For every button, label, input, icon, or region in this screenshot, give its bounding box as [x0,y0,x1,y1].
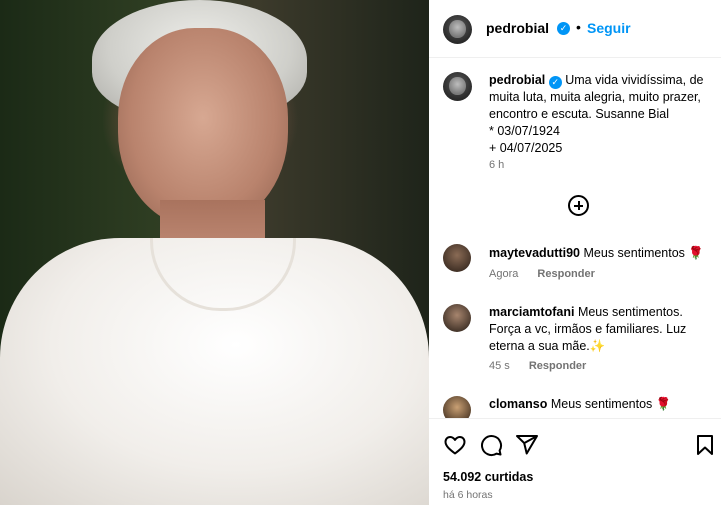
comment-username[interactable]: maytevadutti90 [489,246,580,260]
share-icon[interactable] [515,433,539,457]
caption-death-line: + 04/07/2025 [489,141,563,155]
caption-age: 6 h [489,159,505,171]
author-avatar[interactable] [443,15,472,44]
comment-meta: Agora Responder [489,268,595,280]
comment-item: maytevadutti90 Meus sentimentos 🌹 [489,245,713,262]
author-username[interactable]: pedrobial [486,20,549,36]
photo-face [118,28,288,228]
post-photo [0,0,429,505]
bookmark-icon[interactable] [695,433,715,457]
comment-item: clomanso Meus sentimentos 🌹 [489,396,713,413]
reply-button[interactable]: Responder [529,360,586,372]
comment-meta: 45 s Responder [489,360,586,372]
comment-text: Meus sentimentos 🌹 [550,397,672,411]
post-caption: pedrobial ✓ Uma vida vividíssima, de mui… [489,72,709,157]
verified-badge-icon: ✓ [557,22,570,35]
caption-birth-line: * 03/07/1924 [489,124,560,138]
heart-icon[interactable] [443,433,467,457]
reply-button[interactable]: Responder [537,268,594,280]
comment-username[interactable]: clomanso [489,397,547,411]
post-side-panel: pedrobial ✓ • Seguir pedrobial ✓ Uma vid… [429,0,721,506]
plus-circle-icon[interactable] [568,195,589,216]
post-actions-bar: 54.092 curtidas há 6 horas [429,418,721,506]
comment-icon[interactable] [479,433,503,457]
comment-age: Agora [489,268,519,280]
comment-avatar[interactable] [443,244,471,272]
comment-age: 45 s [489,360,510,372]
caption-username[interactable]: pedrobial [489,73,545,87]
post-time[interactable]: há 6 horas [443,489,493,501]
post-header: pedrobial ✓ • Seguir [429,0,721,58]
like-count[interactable]: 54.092 curtidas [443,470,533,484]
comment-username[interactable]: marciamtofani [489,305,574,319]
caption-author-avatar[interactable] [443,72,472,101]
comment-text: Meus sentimentos 🌹 [583,246,704,260]
follow-button[interactable]: Seguir [587,20,631,36]
comment-avatar[interactable] [443,304,471,332]
header-separator: • [576,19,581,35]
comment-item: marciamtofani Meus sentimentos. Força a … [489,304,713,355]
verified-badge-icon: ✓ [548,76,562,89]
